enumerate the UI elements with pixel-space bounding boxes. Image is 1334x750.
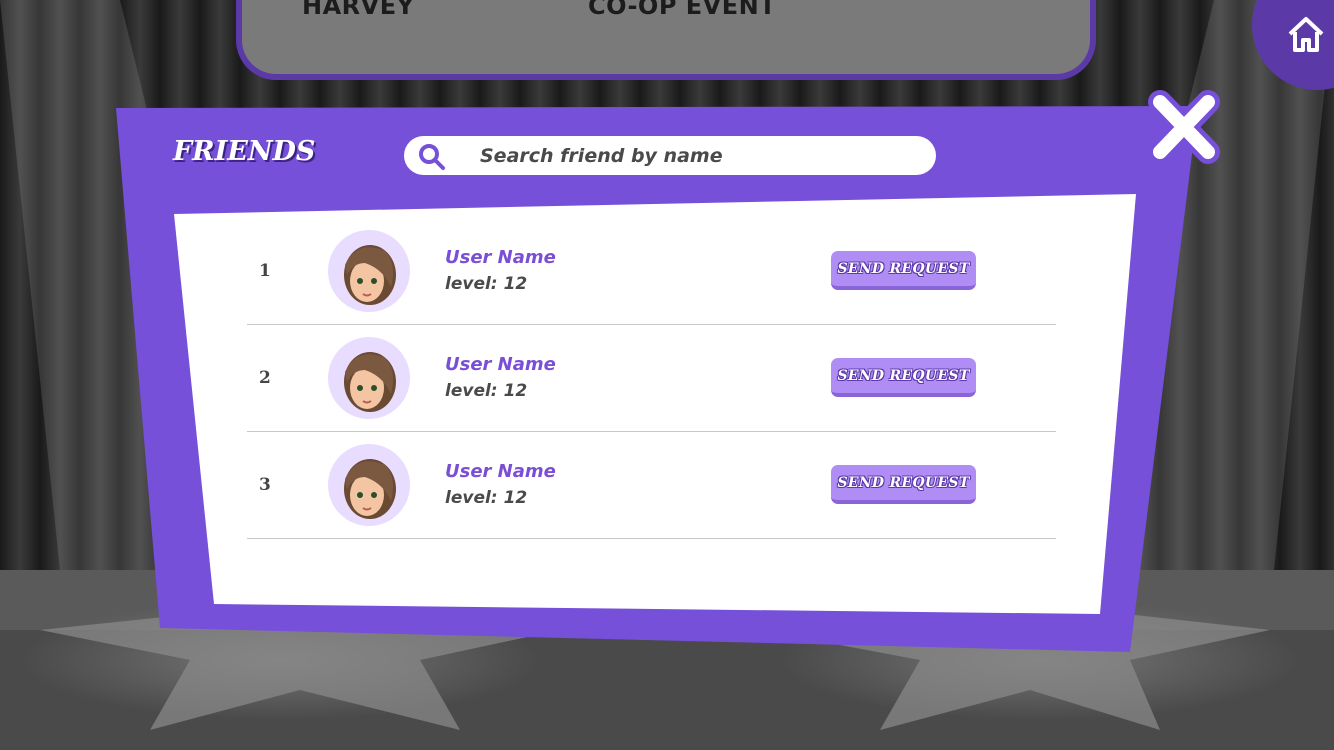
send-request-button[interactable]: SEND REQUEST [831, 465, 976, 504]
avatar [328, 337, 410, 419]
rank-number: 2 [259, 368, 271, 388]
rank-number: 3 [259, 475, 271, 495]
event-label: CO-OP EVENT [588, 0, 777, 20]
player-name-label: HARVEY [302, 0, 415, 20]
avatar [328, 230, 410, 312]
user-level: level: 12 [445, 488, 528, 508]
user-level: level: 12 [445, 274, 528, 294]
rank-number: 1 [259, 261, 271, 281]
list-item: 3 User Name level: 12 SEND REQUEST [247, 432, 1056, 539]
top-info-bar: HARVEY CO-OP EVENT [236, 0, 1096, 80]
dialog-title: FRIENDS [173, 136, 316, 167]
user-level: level: 12 [445, 381, 528, 401]
send-request-button[interactable]: SEND REQUEST [831, 358, 976, 397]
user-name: User Name [445, 354, 556, 375]
close-button[interactable] [1144, 90, 1224, 164]
friends-list: 1 User Name level: 12 SEND REQUEST 2 User… [247, 218, 1056, 539]
user-name: User Name [445, 461, 556, 482]
home-icon [1288, 17, 1324, 52]
send-request-button[interactable]: SEND REQUEST [831, 251, 976, 290]
avatar [328, 444, 410, 526]
search-bar[interactable] [404, 136, 936, 175]
list-item: 1 User Name level: 12 SEND REQUEST [247, 218, 1056, 325]
search-input[interactable] [480, 144, 920, 168]
search-icon [419, 144, 445, 170]
close-icon [1148, 90, 1220, 164]
list-item: 2 User Name level: 12 SEND REQUEST [247, 325, 1056, 432]
user-name: User Name [445, 247, 556, 268]
